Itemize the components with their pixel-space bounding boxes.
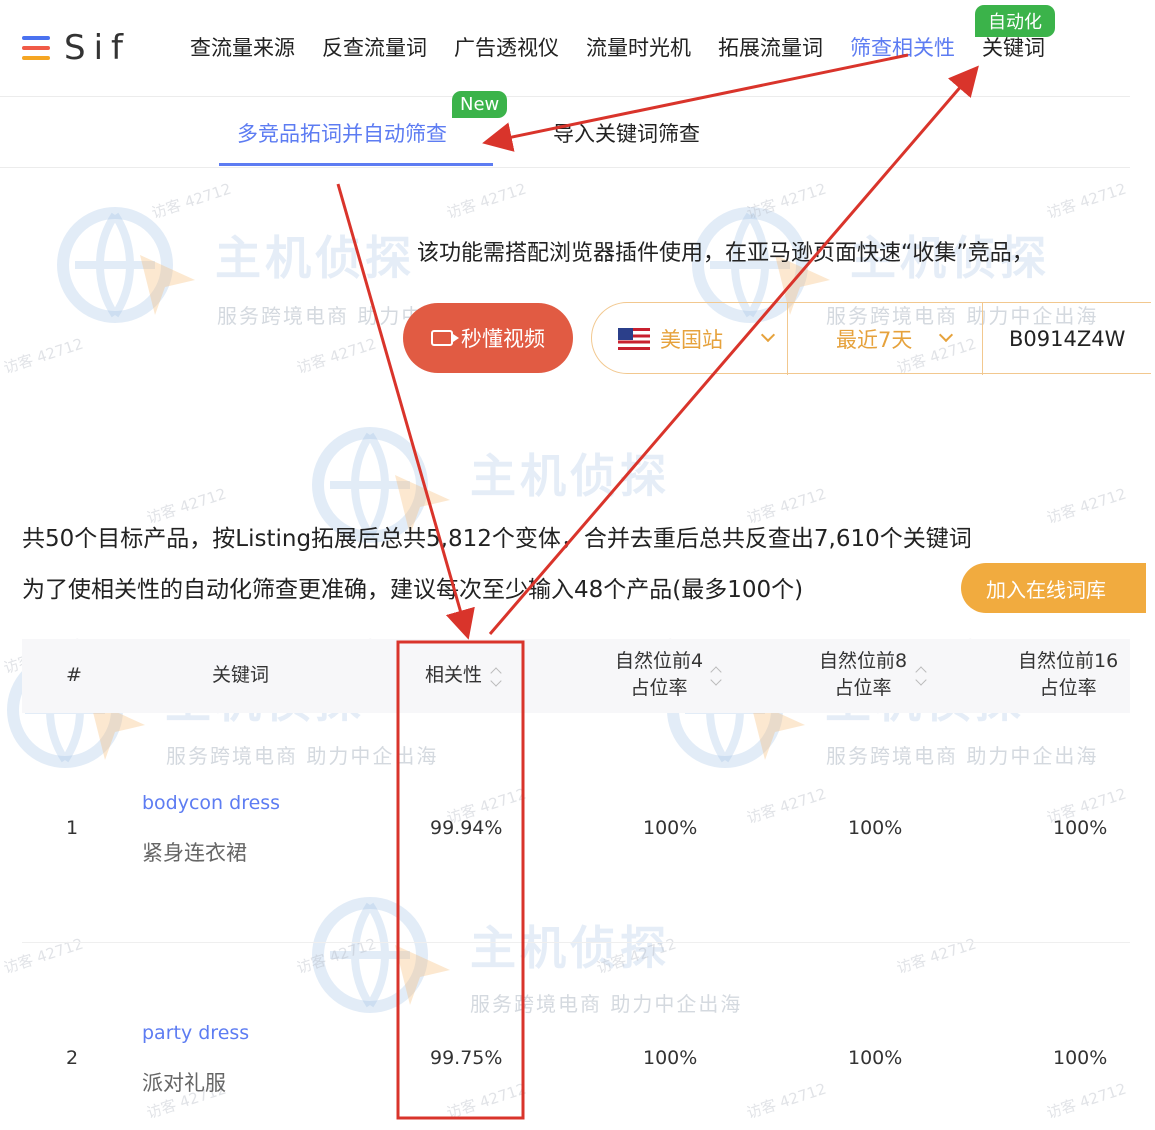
table-header: # 关键词 相关性 自然位前4 占位率 自然位前8 占位率 自然位前16 占位率	[22, 639, 1130, 713]
menu-icon[interactable]	[22, 33, 50, 63]
nav-item-expand-keywords[interactable]: 拓展流量词	[718, 32, 823, 64]
tab-multi-competitor-expand[interactable]: 多竞品拓词并自动筛查	[237, 118, 447, 148]
relevance-value: 99.94%	[430, 817, 503, 839]
watermark-globe-icon	[312, 897, 450, 1013]
column-header-top4[interactable]: 自然位前4 占位率	[615, 648, 703, 702]
watermark-visitor: 访客 42712	[1, 334, 86, 378]
watermark-visitor: 访客 42712	[294, 934, 379, 978]
asin-input[interactable]: B0914Z4W	[982, 303, 1152, 375]
site-label: 美国站	[660, 328, 723, 352]
watermark-visitor: 访客 42712	[894, 934, 979, 978]
watermark-visitor: 访客 42712	[149, 179, 234, 223]
filter-bar: 美国站 最近7天 B0914Z4W	[591, 302, 1152, 375]
top16-header-line1: 自然位前16	[1018, 650, 1119, 672]
watermark-globe-icon	[57, 207, 195, 323]
watermark-brand: 主机侦探	[470, 921, 670, 975]
watermark-visitor: 访客 42712	[744, 179, 829, 223]
top4-header-line1: 自然位前4	[615, 650, 704, 672]
top16-header-line2: 占位率	[1039, 677, 1097, 699]
keyword-cn: 紧身连衣裙	[142, 841, 247, 865]
row-divider	[22, 942, 1130, 943]
nav-item-relevance-filter[interactable]: 筛查相关性	[850, 32, 955, 64]
video-tutorial-button[interactable]: 秒懂视频	[403, 303, 573, 373]
watermark-visitor: 访客 42712	[744, 1079, 829, 1123]
keyword-en-link[interactable]: bodycon dress	[142, 792, 280, 814]
sif-logo[interactable]: Sif	[22, 28, 131, 68]
watermark-visitor: 访客 42712	[294, 334, 379, 378]
column-header-index: #	[66, 664, 82, 686]
watermark-visitor: 访客 42712	[444, 179, 529, 223]
result-summary: 共50个目标产品，按Listing拓展后总共5,812个变体，合并去重后总共反查…	[22, 526, 972, 552]
watermark-slogan: 服务跨境电商 助力中企出海	[826, 744, 1099, 768]
period-label: 最近7天	[836, 328, 913, 352]
watermark-visitor: 访客 42712	[1044, 484, 1129, 528]
video-camera-icon	[431, 330, 459, 346]
nav-item-ad-insight[interactable]: 广告透视仪	[454, 32, 559, 64]
row-index: 2	[66, 1047, 79, 1069]
top4-header-line2: 占位率	[630, 677, 688, 699]
watermark-brand: 主机侦探	[215, 231, 415, 285]
top16-value: 100%	[1053, 817, 1108, 839]
nav-item-reverse-keywords[interactable]: 反查流量词	[322, 32, 427, 64]
site-select[interactable]: 美国站	[618, 303, 786, 375]
watermark-slogan: 服务跨境电商 助力中企出海	[166, 744, 439, 768]
video-button-label: 秒懂视频	[461, 327, 545, 351]
active-tab-indicator	[219, 163, 493, 166]
add-to-library-button[interactable]: 加入在线词库	[961, 563, 1146, 613]
new-badge: New	[452, 91, 508, 118]
watermark-brand: 主机侦探	[470, 449, 670, 503]
nav-item-traffic-source[interactable]: 查流量来源	[190, 32, 295, 64]
row-index: 1	[66, 817, 79, 839]
column-header-relevance[interactable]: 相关性	[425, 662, 482, 689]
nav-item-traffic-time-machine[interactable]: 流量时光机	[586, 32, 691, 64]
column-header-top16[interactable]: 自然位前16 占位率	[1018, 648, 1118, 702]
chevron-down-icon	[760, 327, 776, 343]
watermark-visitor: 访客 42712	[444, 1079, 529, 1123]
column-header-keyword: 关键词	[212, 664, 270, 686]
asin-value: B0914Z4W	[1009, 327, 1126, 351]
period-select[interactable]: 最近7天	[787, 303, 981, 375]
top8-value: 100%	[848, 817, 903, 839]
keyword-cn: 派对礼服	[142, 1071, 226, 1095]
watermark-visitor: 访客 42712	[1, 934, 86, 978]
chevron-down-icon	[938, 327, 954, 343]
top4-value: 100%	[643, 1047, 698, 1069]
column-header-top8[interactable]: 自然位前8 占位率	[819, 648, 907, 702]
top-navigation-bar: Sif 查流量来源 反查流量词 广告透视仪 流量时光机 拓展流量词 筛查相关性 …	[0, 0, 1130, 97]
watermark-visitor: 访客 42712	[744, 784, 829, 828]
keyword-en-link[interactable]: party dress	[142, 1022, 249, 1044]
tab-import-keywords[interactable]: 导入关键词筛查	[553, 118, 700, 148]
accuracy-tip: 为了使相关性的自动化筛查更准确，建议每次至少输入48个产品(最多100个)	[22, 577, 804, 603]
top8-header-line2: 占位率	[834, 677, 892, 699]
watermark-visitor: 访客 42712	[594, 934, 679, 978]
sub-tabs: 多竞品拓词并自动筛查 导入关键词筛查	[0, 98, 1130, 168]
watermark-slogan: 服务跨境电商 助力中企出海	[470, 992, 743, 1016]
feature-description: 该功能需搭配浏览器插件使用，在亚马逊页面快速“收集”竞品，	[417, 241, 1034, 266]
us-flag-icon	[618, 328, 650, 350]
relevance-header-label: 相关性	[425, 664, 483, 686]
watermark-visitor: 访客 42712	[1044, 179, 1129, 223]
top8-value: 100%	[848, 1047, 903, 1069]
top4-value: 100%	[643, 817, 698, 839]
watermark-visitor: 访客 42712	[1044, 1079, 1129, 1123]
top8-header-line1: 自然位前8	[819, 650, 908, 672]
brand-name: Sif	[64, 28, 131, 68]
top16-value: 100%	[1053, 1047, 1108, 1069]
relevance-value: 99.75%	[430, 1047, 503, 1069]
automation-badge: 自动化	[975, 5, 1055, 37]
